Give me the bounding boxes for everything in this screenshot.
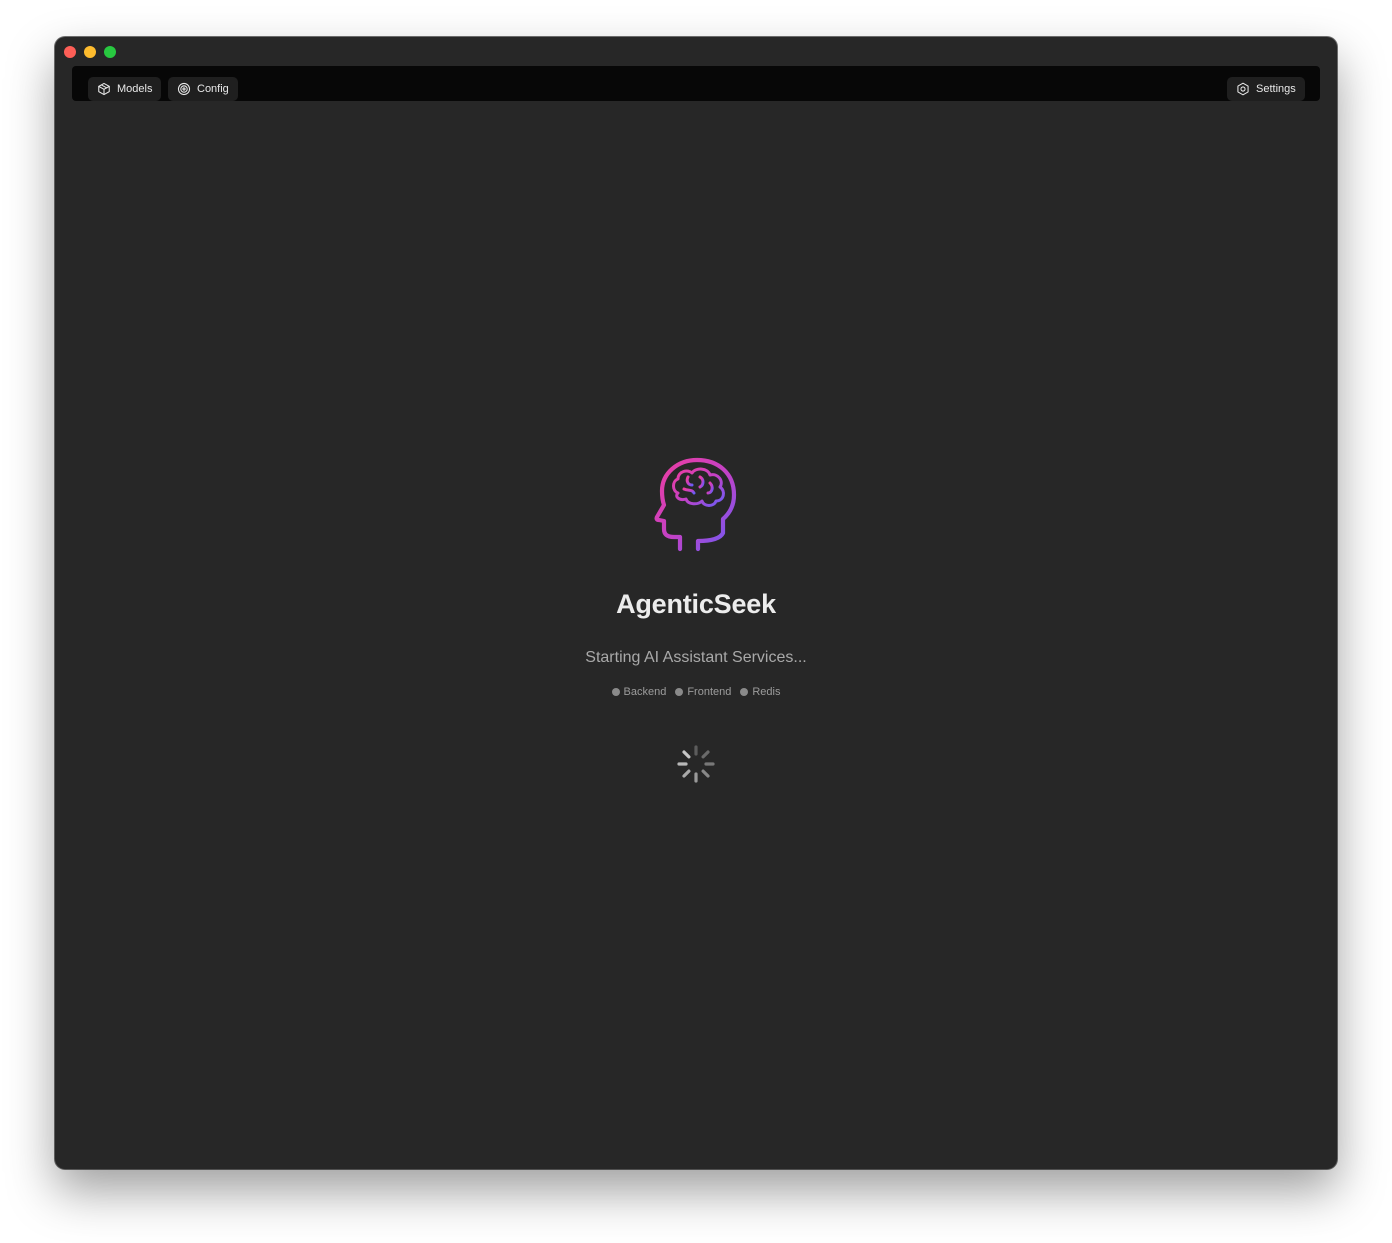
service-status-frontend: Frontend xyxy=(675,686,731,698)
models-button[interactable]: Models xyxy=(88,77,162,101)
app-title: AgenticSeek xyxy=(616,589,776,619)
config-button[interactable]: Config xyxy=(168,77,238,101)
settings-icon xyxy=(1236,82,1250,96)
brain-head-logo-icon xyxy=(654,457,738,553)
loading-spinner-icon xyxy=(676,744,716,789)
service-label: Redis xyxy=(752,686,781,698)
app-window: Models Config Settings AgenticSeek Start… xyxy=(55,37,1337,1169)
zoom-window-button[interactable] xyxy=(104,46,116,58)
status-dot-icon xyxy=(740,688,749,696)
loading-screen: AgenticSeek Starting AI Assistant Servic… xyxy=(55,457,1337,789)
service-status-redis: Redis xyxy=(740,686,780,698)
cube-icon xyxy=(97,82,111,96)
config-label: Config xyxy=(197,83,229,95)
minimize-window-button[interactable] xyxy=(84,46,96,58)
service-status-list: Backend Frontend Redis xyxy=(611,686,780,698)
models-label: Models xyxy=(117,83,153,95)
settings-button[interactable]: Settings xyxy=(1227,77,1305,101)
status-dot-icon xyxy=(611,688,620,696)
loading-status-text: Starting AI Assistant Services... xyxy=(585,649,807,666)
service-status-backend: Backend xyxy=(611,686,667,698)
settings-label: Settings xyxy=(1256,83,1296,95)
close-window-button[interactable] xyxy=(64,46,76,58)
toolbar: Models Config Settings xyxy=(72,66,1320,101)
service-label: Frontend xyxy=(687,686,732,698)
target-icon xyxy=(177,82,191,96)
window-controls xyxy=(64,46,116,58)
status-dot-icon xyxy=(675,688,684,696)
service-label: Backend xyxy=(623,686,667,698)
